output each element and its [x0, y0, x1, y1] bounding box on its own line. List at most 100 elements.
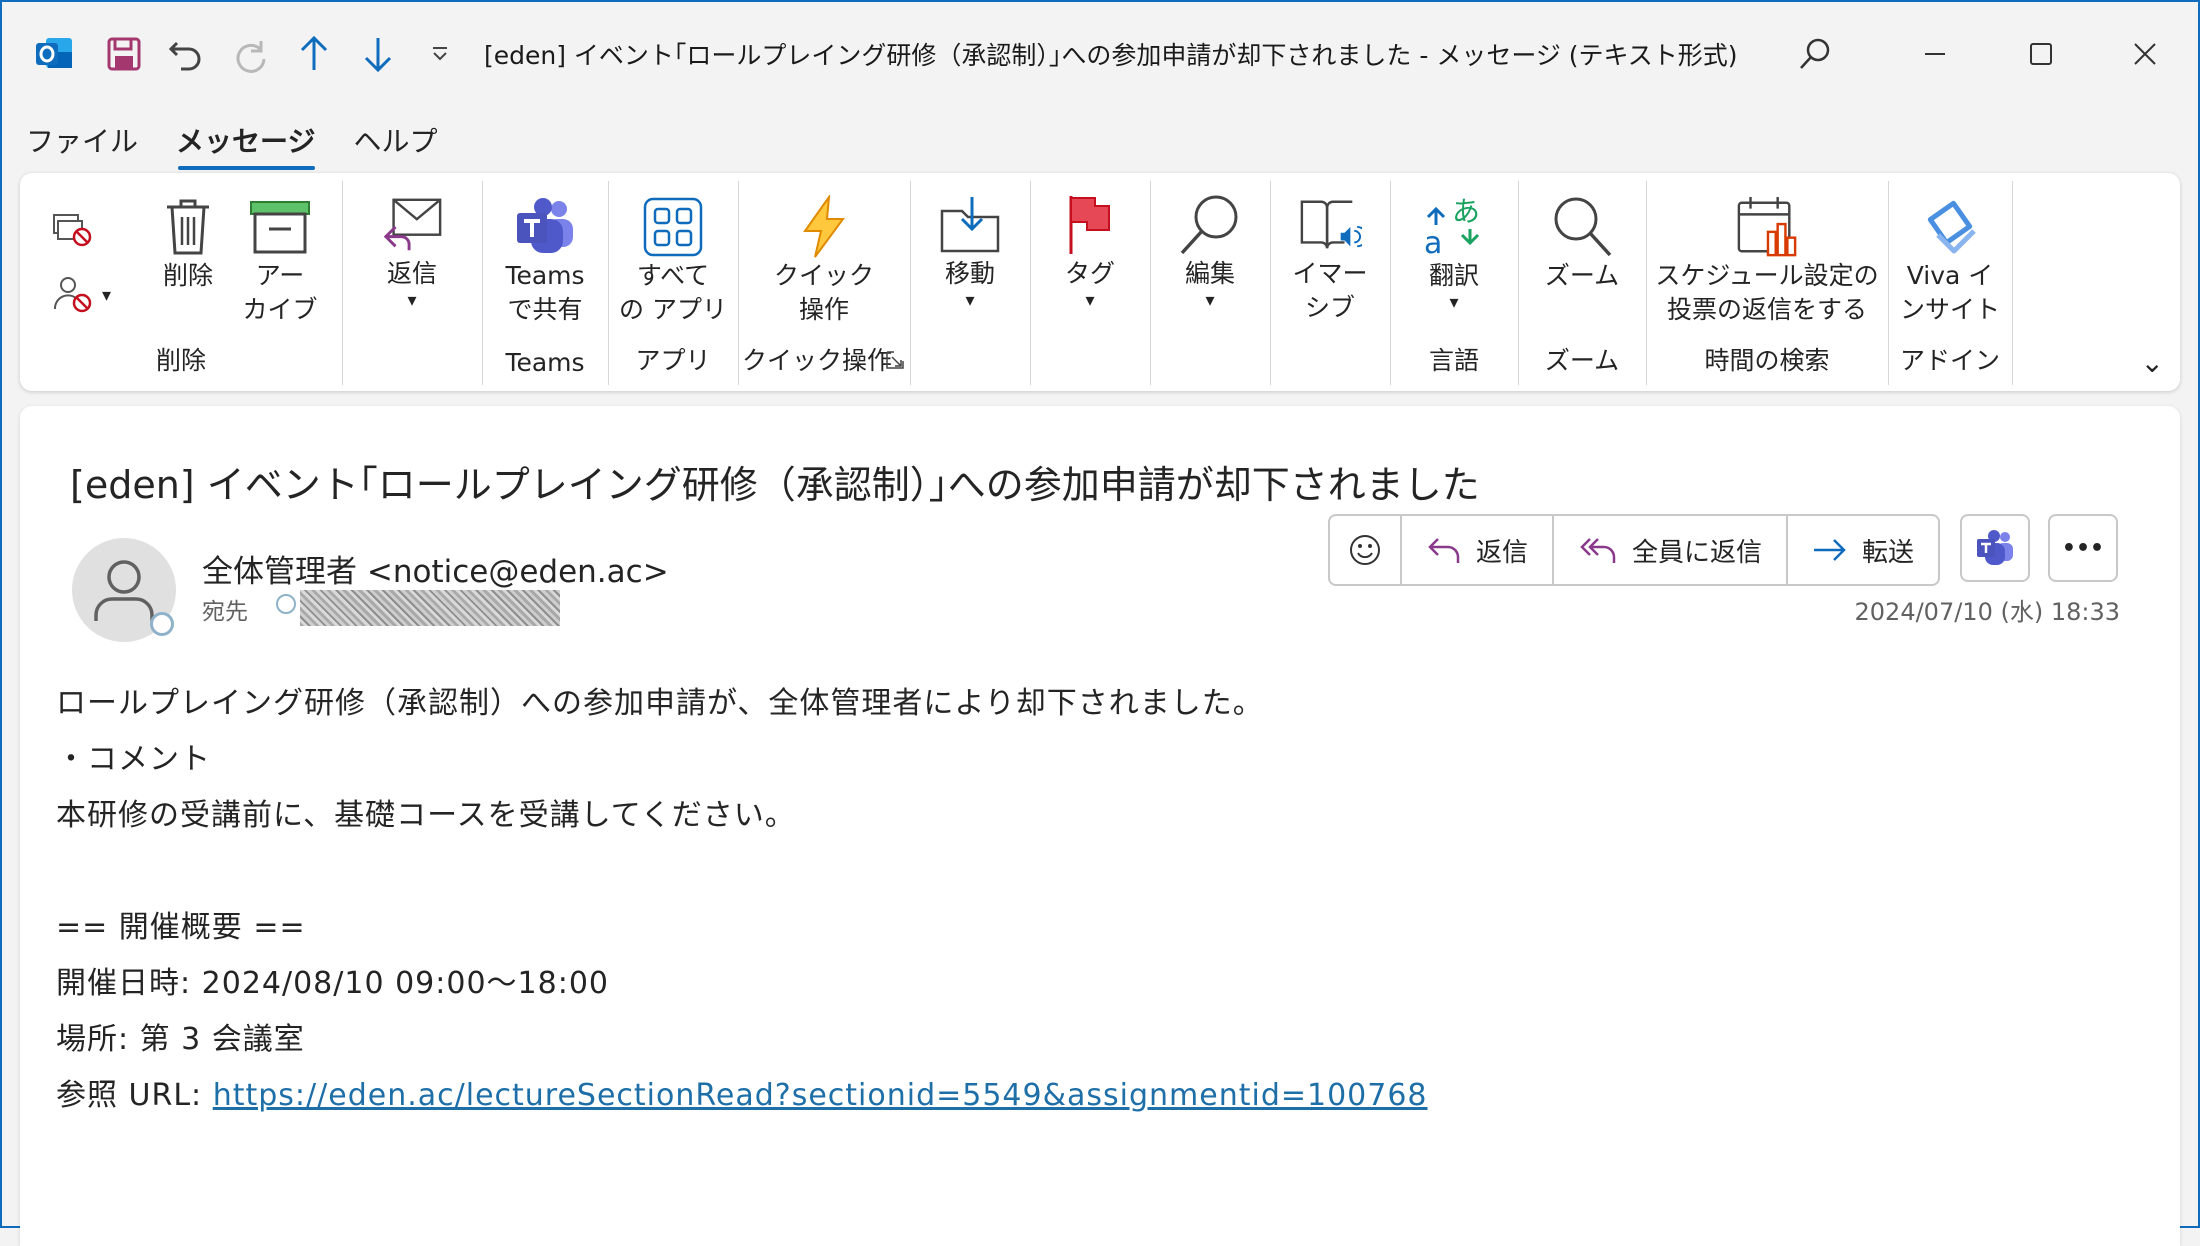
body-line: ロールプレイング研修（承認制）への参加申請が、全体管理者により却下されました。	[56, 686, 1264, 721]
ribbon-group-time: スケジュール設定の 投票の返信をする 時間の検索	[1646, 181, 1889, 385]
chevron-down-icon: ▾	[407, 290, 417, 311]
close-icon[interactable]	[2110, 26, 2180, 82]
chevron-down-icon: ▾	[965, 290, 975, 311]
delete-button[interactable]: 削除	[138, 195, 238, 293]
customize-icon[interactable]	[418, 32, 462, 76]
reading-pane: [eden] イベント｢ロールプレイング研修（承認制）｣への参加申請が却下されま…	[20, 406, 2180, 1246]
move-button[interactable]: 移動 ▾	[920, 193, 1020, 311]
translate-button[interactable]: あa 翻訳 ▾	[1404, 195, 1504, 313]
zoom-icon	[1550, 195, 1614, 259]
ribbon-group-edit: 編集 ▾	[1150, 181, 1271, 385]
teams-share-button[interactable]	[1960, 514, 2030, 582]
person-icon	[94, 560, 154, 621]
tab-help[interactable]: ヘルプ	[353, 120, 455, 168]
recipient-redacted[interactable]	[300, 590, 560, 626]
collapse-ribbon-icon[interactable]: ⌄	[2141, 346, 2164, 379]
menu-tabs: ファイル メッセージ ヘルプ	[26, 120, 475, 170]
ribbon-group-tags: タグ ▾	[1030, 181, 1151, 385]
minimize-icon[interactable]	[1900, 26, 1970, 82]
message-actions: 返信 全員に返信 転送	[1328, 514, 1941, 586]
quick-steps-button[interactable]: クイック 操作	[758, 195, 890, 327]
reply-mail-icon	[380, 193, 444, 257]
ribbon-group-addin: Viva イ ンサイト アドイン	[1888, 181, 2013, 385]
teams-icon	[513, 195, 577, 259]
reference-link[interactable]: https://eden.ac/lectureSectionRead?secti…	[213, 1078, 1428, 1113]
block-sender-button[interactable]: ▾	[52, 273, 111, 317]
chevron-down-icon: ▾	[1205, 290, 1215, 311]
window-title: [eden] イベント｢ロールプレイング研修（承認制）｣への参加申請が却下されま…	[484, 41, 1738, 70]
chevron-down-icon: ▾	[102, 284, 112, 306]
undo-icon[interactable]	[164, 32, 208, 76]
more-icon: •••	[2061, 535, 2105, 561]
up-arrow-icon[interactable]	[292, 32, 336, 76]
to-label: 宛先	[202, 599, 248, 625]
apps-grid-icon	[641, 195, 705, 259]
ribbon-group-immersive: イマー シブ	[1270, 181, 1391, 385]
teams-icon	[1977, 530, 2013, 565]
schedule-poll-button[interactable]: スケジュール設定の 投票の返信をする	[1646, 195, 1888, 327]
title-bar: [eden] イベント｢ロールプレイング研修（承認制）｣への参加申請が却下されま…	[0, 0, 2200, 112]
group-label-zoom: ズーム	[1544, 346, 1620, 375]
more-actions-button[interactable]: •••	[2048, 514, 2118, 582]
url-prefix: 参照 URL:	[56, 1078, 213, 1113]
translate-icon: あa	[1422, 195, 1486, 259]
body-line: 場所: 第 3 会議室	[56, 1022, 305, 1057]
reply-split-button[interactable]: 返信 ▾	[362, 193, 462, 311]
group-label-delete: 削除	[155, 346, 206, 375]
tags-button[interactable]: タグ ▾	[1040, 193, 1140, 311]
ribbon-group-reply: 返信 ▾	[342, 181, 483, 385]
sender-name[interactable]: 全体管理者 <notice@eden.ac>	[202, 546, 669, 591]
message-date: 2024/07/10 (水) 18:33	[1854, 598, 2120, 626]
svg-text:あ: あ	[1452, 195, 1480, 228]
viva-insights-icon	[1918, 195, 1982, 259]
group-label-apps: アプリ	[635, 346, 711, 375]
share-to-teams-button[interactable]: Teams で共有	[492, 195, 598, 327]
dialog-launcher-icon[interactable]	[886, 351, 904, 373]
ribbon-group-zoom: ズーム ズーム	[1518, 181, 1647, 385]
group-label-addin: アドイン	[1899, 346, 2000, 375]
reaction-button[interactable]	[1330, 516, 1402, 584]
all-apps-button[interactable]: すべて の アプリ	[618, 195, 728, 327]
forward-button[interactable]: 転送	[1788, 516, 1938, 584]
reply-button[interactable]: 返信	[1402, 516, 1555, 584]
down-arrow-icon[interactable]	[356, 32, 400, 76]
lightning-icon	[792, 195, 856, 259]
immersive-reader-icon	[1298, 193, 1362, 257]
redo-icon	[228, 32, 272, 76]
body-line: 開催日時: 2024/08/10 09:00〜18:00	[56, 966, 609, 1001]
ignore-icon[interactable]	[50, 211, 94, 251]
smiley-icon	[1350, 535, 1380, 565]
forward-icon	[1814, 539, 1846, 561]
group-label-language: 言語	[1428, 346, 1479, 375]
outlook-icon	[32, 32, 76, 76]
reply-icon	[1428, 538, 1460, 563]
ribbon: ▾ 削除 アー カイブ 削除 返信 ▾ Teams で共有 Teams すべて …	[20, 173, 2180, 391]
search-icon[interactable]	[1780, 26, 1850, 82]
recipient-presence-icon	[276, 594, 296, 614]
find-icon	[1178, 193, 1242, 257]
body-line: ・コメント	[56, 742, 211, 777]
reply-all-icon	[1580, 538, 1616, 563]
save-icon[interactable]	[102, 32, 146, 76]
body-line: 本研修の受講前に、基礎コースを受講してください。	[56, 798, 796, 833]
tab-file[interactable]: ファイル	[26, 120, 156, 168]
body-line: == 開催概要 ==	[56, 910, 306, 945]
presence-indicator	[150, 612, 174, 636]
group-label-time: 時間の検索	[1704, 346, 1830, 375]
ribbon-group-language: あa 翻訳 ▾ 言語	[1390, 181, 1519, 385]
calendar-chart-icon	[1735, 195, 1799, 259]
move-folder-icon	[938, 193, 1002, 257]
zoom-button[interactable]: ズーム	[1532, 195, 1632, 293]
archive-button[interactable]: アー カイブ	[230, 195, 330, 327]
ribbon-group-teams: Teams で共有 Teams	[482, 181, 609, 385]
immersive-reader-button[interactable]: イマー シブ	[1280, 193, 1380, 325]
maximize-icon[interactable]	[2006, 26, 2076, 82]
message-body: ロールプレイング研修（承認制）への参加申請が、全体管理者により却下されました。 …	[56, 676, 1428, 1124]
viva-insights-button[interactable]: Viva イ ンサイト	[1898, 195, 2002, 327]
group-label-teams: Teams	[505, 348, 585, 377]
ribbon-group-delete: ▾ 削除 アー カイブ 削除	[20, 181, 343, 385]
tab-message[interactable]: メッセージ	[176, 120, 333, 170]
edit-button[interactable]: 編集 ▾	[1160, 193, 1260, 311]
ribbon-group-apps: すべて の アプリ アプリ	[608, 181, 739, 385]
reply-all-button[interactable]: 全員に返信	[1554, 516, 1789, 584]
